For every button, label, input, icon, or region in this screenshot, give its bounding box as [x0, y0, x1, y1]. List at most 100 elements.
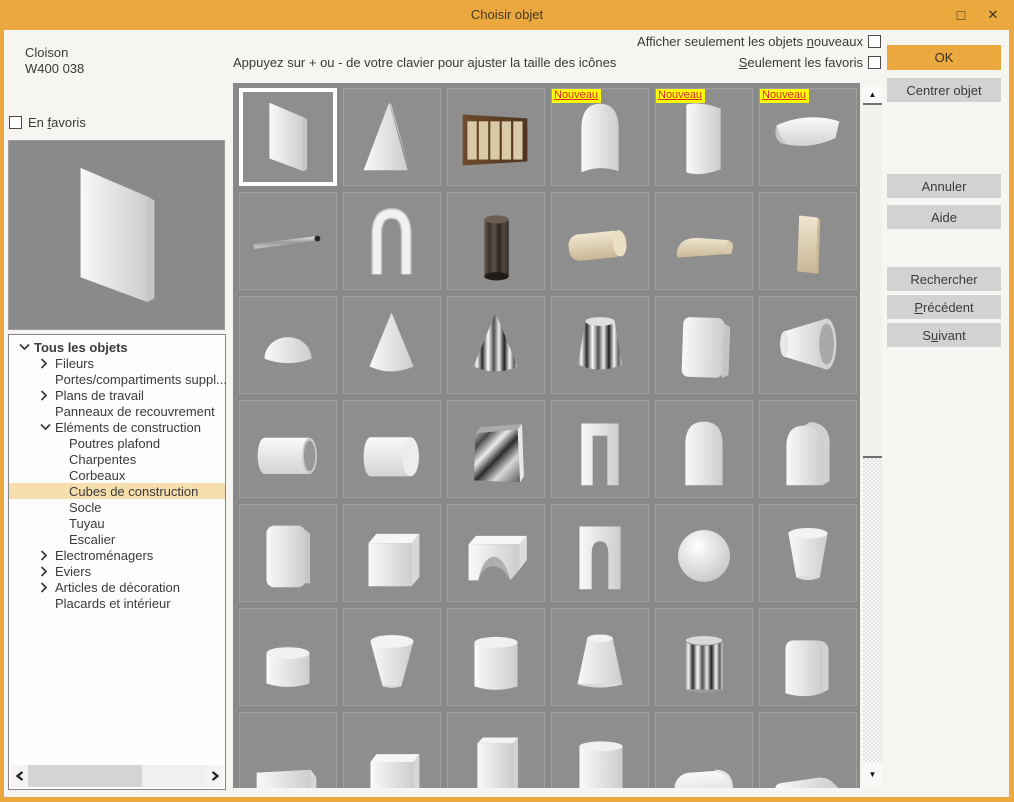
- thumbnail-dome[interactable]: [239, 296, 337, 394]
- thumbnail-frustum-down[interactable]: [759, 504, 857, 602]
- tree-item-plans-de-travail[interactable]: Plans de travail: [9, 387, 225, 403]
- thumbnail-rod-thin[interactable]: [239, 192, 337, 290]
- annuler-button[interactable]: Annuler: [887, 174, 1001, 198]
- chevron-down-icon[interactable]: [19, 343, 34, 351]
- scrollbar-track[interactable]: [28, 765, 206, 787]
- tree-item-eviers[interactable]: Eviers: [9, 563, 225, 579]
- scrollbar-thumb[interactable]: [28, 765, 142, 787]
- filter-favorites-checkbox[interactable]: [868, 56, 881, 69]
- filter-favorites-row[interactable]: Seulement les favoris: [739, 55, 881, 70]
- aide-button[interactable]: Aide: [887, 205, 1001, 229]
- suivant-button[interactable]: Suivant: [887, 323, 1001, 347]
- nouveau-badge: Nouveau: [656, 89, 705, 103]
- ok-button[interactable]: OK: [887, 45, 1001, 70]
- title-bar[interactable]: Choisir objet □ ✕: [0, 0, 1014, 30]
- favorites-checkbox[interactable]: [9, 116, 22, 129]
- tree-item-label: Tous les objets: [34, 340, 128, 355]
- thumbnail-box[interactable]: [343, 504, 441, 602]
- tree-item-tous-les-objets[interactable]: Tous les objets: [9, 339, 225, 355]
- filter-new-objects-checkbox[interactable]: [868, 35, 881, 48]
- tree-item-cubes-de-construction[interactable]: Cubes de construction: [9, 483, 225, 499]
- chevron-right-icon[interactable]: [40, 582, 55, 593]
- thumbnail-arch-tube[interactable]: [343, 192, 441, 290]
- tree-item-poutres-plafond[interactable]: Poutres plafond: [9, 435, 225, 451]
- chevron-right-icon[interactable]: [40, 358, 55, 369]
- tree-item-panneaux-de-recouvrement[interactable]: Panneaux de recouvrement: [9, 403, 225, 419]
- tree-item-electrom-nagers[interactable]: Electroménagers: [9, 547, 225, 563]
- thumbnail-log-capsule[interactable]: [655, 712, 753, 788]
- tree-item-articles-de-d-coration[interactable]: Articles de décoration: [9, 579, 225, 595]
- thumbnail-box-tall[interactable]: [447, 712, 545, 788]
- chevron-right-icon[interactable]: [40, 390, 55, 401]
- thumbnail-cylinder-chrome[interactable]: [655, 608, 753, 706]
- close-icon[interactable]: ✕: [980, 0, 1006, 30]
- thumbnail-panel-curved[interactable]: Nouveau: [655, 88, 753, 186]
- thumbnail-door-frame[interactable]: [551, 400, 649, 498]
- tree-item-fileurs[interactable]: Fileurs: [9, 355, 225, 371]
- thumbnail-frustum-tall[interactable]: [551, 608, 649, 706]
- thumbnail-log-half[interactable]: [655, 192, 753, 290]
- scroll-down-icon[interactable]: ▼: [863, 763, 882, 786]
- thumbnail-cylinder-tall[interactable]: [551, 712, 649, 788]
- favorites-checkbox-row[interactable]: En favoris: [9, 115, 86, 130]
- precedent-button[interactable]: Précédent: [887, 295, 1001, 319]
- tree-item-portes-compartiments-suppl[interactable]: Portes/compartiments suppl...: [9, 371, 225, 387]
- thumbnail-slab-rounded-tall[interactable]: [239, 504, 337, 602]
- tree-item-corbeaux[interactable]: Corbeaux: [9, 467, 225, 483]
- thumbnail-slab-rounded[interactable]: [655, 296, 753, 394]
- chevron-right-icon[interactable]: [40, 550, 55, 561]
- tree-item-socle[interactable]: Socle: [9, 499, 225, 515]
- thumbnail-log-horizontal[interactable]: [551, 192, 649, 290]
- thumbnail-cube[interactable]: [447, 400, 545, 498]
- scroll-left-icon[interactable]: [11, 765, 28, 787]
- thumbnail-panel-trapezoid[interactable]: [239, 88, 337, 186]
- thumbnail-arch-doorway-panel[interactable]: [551, 504, 649, 602]
- tree-item-escalier[interactable]: Escalier: [9, 531, 225, 547]
- scroll-up-icon[interactable]: ▲: [863, 85, 882, 103]
- thumbnail-arch-block[interactable]: [655, 400, 753, 498]
- thumbnail-sphere[interactable]: [655, 504, 753, 602]
- tree-item-label: Corbeaux: [69, 468, 125, 483]
- chevron-down-icon[interactable]: [40, 423, 55, 431]
- thumbnail-cylinder[interactable]: [447, 608, 545, 706]
- thumbnail-cone[interactable]: [343, 296, 441, 394]
- scroll-right-icon[interactable]: [206, 765, 223, 787]
- tree-item-el-ments-de-construction[interactable]: Eléments de construction: [9, 419, 225, 435]
- tree-horizontal-scrollbar[interactable]: [11, 765, 223, 787]
- scrollbar-track[interactable]: [863, 458, 882, 763]
- thumbnail-slab-low[interactable]: [239, 712, 337, 788]
- thumbnail-panel-canopy[interactable]: Nouveau: [759, 88, 857, 186]
- thumbnail-panel-triangle[interactable]: [343, 88, 441, 186]
- thumbnail-cone-cup[interactable]: [343, 608, 441, 706]
- thumbnail-slab-flat[interactable]: [759, 712, 857, 788]
- scrollbar-thumb[interactable]: [863, 103, 882, 458]
- thumbnail-box-low[interactable]: [343, 712, 441, 788]
- tree-item-label: Fileurs: [55, 356, 94, 371]
- thumbnail-plank[interactable]: [759, 192, 857, 290]
- filter-new-objects-row[interactable]: Afficher seulement les objets nouveaux: [637, 34, 881, 49]
- thumbnail-cylinder-horizontal-capped[interactable]: [343, 400, 441, 498]
- thumbnail-bridge-arch[interactable]: [447, 504, 545, 602]
- thumbnail-panel-arch-top[interactable]: Nouveau: [551, 88, 649, 186]
- tree-item-label: Portes/compartiments suppl...: [55, 372, 227, 387]
- primary-button-group: OK Centrer objet: [887, 45, 1001, 110]
- choisir-objet-dialog: Choisir objet □ ✕ Cloison W400 038 En fa…: [0, 0, 1014, 802]
- chevron-right-icon[interactable]: [40, 566, 55, 577]
- centrer-objet-button[interactable]: Centrer objet: [887, 78, 1001, 102]
- tree-item-placards-et-int-rieur[interactable]: Placards et intérieur: [9, 595, 225, 611]
- thumbnail-frustum-bucket[interactable]: [551, 296, 649, 394]
- thumbnail-arch-block-3d[interactable]: [759, 400, 857, 498]
- thumbnail-cone[interactable]: [447, 296, 545, 394]
- tree-item-tuyau[interactable]: Tuyau: [9, 515, 225, 531]
- thumbnail-box-rounded[interactable]: [759, 608, 857, 706]
- thumbnail-log-bark[interactable]: [447, 192, 545, 290]
- tree-item-charpentes[interactable]: Charpentes: [9, 451, 225, 467]
- rechercher-button[interactable]: Rechercher: [887, 267, 1001, 291]
- thumbnail-frustum-side[interactable]: [759, 296, 857, 394]
- grid-vertical-scrollbar[interactable]: ▲ ▼: [863, 85, 882, 786]
- maximize-icon[interactable]: □: [948, 0, 974, 30]
- selected-object-code: W400 038: [25, 61, 84, 76]
- thumbnail-cylinder-horizontal-open[interactable]: [239, 400, 337, 498]
- thumbnail-wood-screen[interactable]: [447, 88, 545, 186]
- thumbnail-cylinder-low[interactable]: [239, 608, 337, 706]
